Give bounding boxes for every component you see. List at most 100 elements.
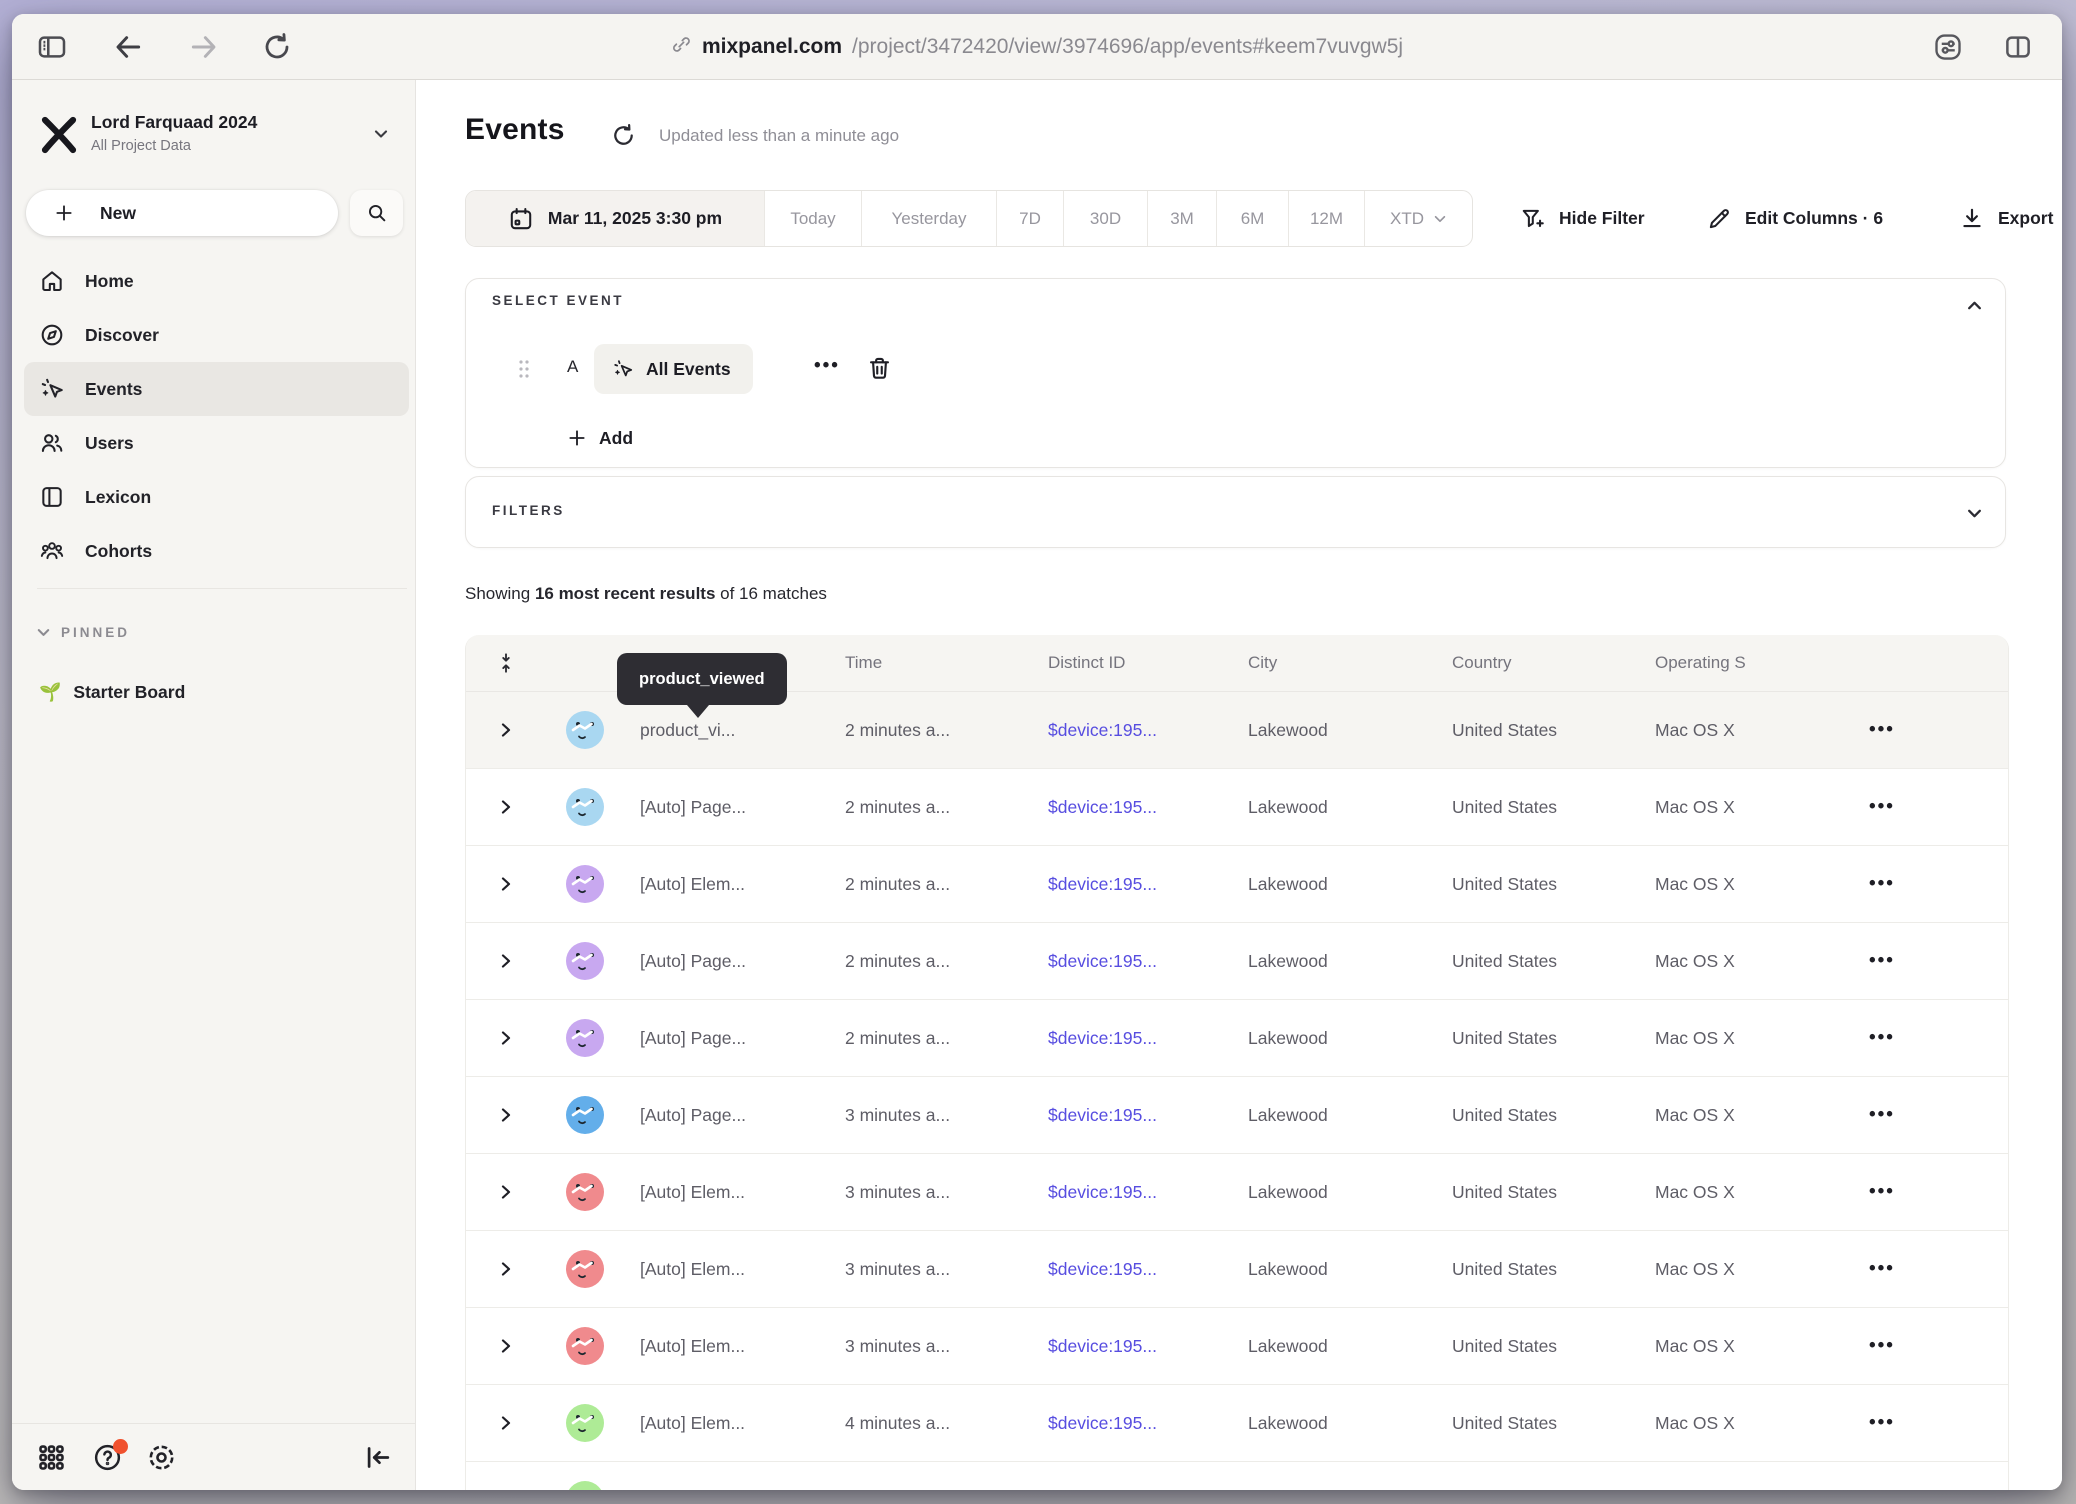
distinct-id-link[interactable]: $device:195... [1048, 1077, 1248, 1153]
preset-30d[interactable]: 30D [1063, 191, 1147, 246]
row-more-button[interactable]: ••• [1869, 1181, 1895, 1203]
hide-filter-button[interactable]: Hide Filter [1520, 190, 1645, 247]
preset-7d[interactable]: 7D [996, 191, 1063, 246]
split-view-icon[interactable] [2003, 32, 2033, 62]
trash-icon[interactable] [866, 355, 893, 382]
preset-yesterday[interactable]: Yesterday [861, 191, 996, 246]
forward-button[interactable] [188, 31, 220, 63]
sidebar-item-home[interactable]: Home [24, 254, 409, 308]
refresh-icon[interactable] [610, 122, 637, 149]
row-expand-button[interactable] [497, 875, 515, 893]
chevron-up-icon[interactable] [1966, 297, 1983, 314]
table-row[interactable] [466, 1462, 2008, 1490]
distinct-id-link[interactable]: $device:195... [1048, 923, 1248, 999]
event-name-cell[interactable]: [Auto] Elem... [625, 1231, 845, 1307]
event-name-cell[interactable]: [Auto] Page... [625, 769, 845, 845]
row-more-button[interactable]: ••• [1869, 796, 1895, 818]
event-name-cell[interactable]: [Auto] Page... [625, 1000, 845, 1076]
preset-today[interactable]: Today [764, 191, 861, 246]
row-expand-button[interactable] [497, 1183, 515, 1201]
row-expand-button[interactable] [497, 952, 515, 970]
page-settings-icon[interactable] [1933, 32, 1963, 62]
row-expand-button[interactable] [497, 1029, 515, 1047]
preset-3m[interactable]: 3M [1147, 191, 1216, 246]
collapse-sidebar-icon[interactable] [362, 1442, 393, 1473]
country-cell: United States [1452, 692, 1655, 768]
city-cell: Lakewood [1248, 923, 1452, 999]
table-row[interactable]: [Auto] Page... 2 minutes a... $device:19… [466, 1000, 2008, 1077]
add-event-button[interactable]: Add [567, 419, 633, 457]
search-button[interactable] [350, 190, 403, 236]
back-button[interactable] [112, 31, 144, 63]
row-expand-button[interactable] [497, 1337, 515, 1355]
row-more-button[interactable]: ••• [1869, 1258, 1895, 1280]
row-expand-button[interactable] [497, 1106, 515, 1124]
row-more-button[interactable]: ••• [1869, 1412, 1895, 1434]
distinct-id-link[interactable]: $device:195... [1048, 846, 1248, 922]
workspace-switcher[interactable]: Lord Farquaad 2024 All Project Data [37, 110, 397, 162]
edit-columns-button[interactable]: Edit Columns · 6 [1706, 190, 1883, 247]
help-button[interactable] [92, 1442, 123, 1473]
table-row[interactable]: [Auto] Page... 3 minutes a... $device:19… [466, 1077, 2008, 1154]
row-expand-button[interactable] [497, 1260, 515, 1278]
table-row[interactable]: [Auto] Elem... 2 minutes a... $device:19… [466, 846, 2008, 923]
row-more-button[interactable]: ••• [1869, 873, 1895, 895]
column-operating-system[interactable]: Operating S [1655, 635, 1855, 691]
table-row[interactable]: [Auto] Elem... 3 minutes a... $device:19… [466, 1154, 2008, 1231]
drag-handle-icon[interactable] [516, 357, 532, 381]
table-row[interactable]: [Auto] Elem... 3 minutes a... $device:19… [466, 1308, 2008, 1385]
distinct-id-link[interactable]: $device:195... [1048, 1000, 1248, 1076]
table-row[interactable]: [Auto] Elem... 4 minutes a... $device:19… [466, 1385, 2008, 1462]
export-button[interactable]: Export [1959, 190, 2053, 247]
sidebar-item-lexicon[interactable]: Lexicon [24, 470, 409, 524]
gear-icon[interactable] [146, 1442, 177, 1473]
row-expand-button[interactable] [497, 721, 515, 739]
event-name-cell[interactable]: [Auto] Elem... [625, 846, 845, 922]
new-button[interactable]: New [26, 190, 338, 236]
row-more-button[interactable]: ••• [1869, 1104, 1895, 1126]
preset-xtd[interactable]: XTD [1364, 191, 1472, 246]
column-time[interactable]: Time [845, 635, 1048, 691]
apps-grid-icon[interactable] [36, 1442, 67, 1473]
distinct-id-link[interactable]: $device:195... [1048, 692, 1248, 768]
event-name-cell[interactable]: [Auto] Elem... [625, 1154, 845, 1230]
column-distinct-id[interactable]: Distinct ID [1048, 635, 1248, 691]
event-name-cell[interactable]: [Auto] Elem... [625, 1308, 845, 1384]
distinct-id-link[interactable]: $device:195... [1048, 1231, 1248, 1307]
distinct-id-link[interactable]: $device:195... [1048, 769, 1248, 845]
event-avatar-icon [566, 711, 604, 749]
distinct-id-link[interactable]: $device:195... [1048, 1385, 1248, 1461]
table-row[interactable]: [Auto] Page... 2 minutes a... $device:19… [466, 769, 2008, 846]
event-options-button[interactable]: ••• [814, 355, 840, 377]
event-name-cell[interactable]: [Auto] Page... [625, 1077, 845, 1153]
table-row[interactable]: [Auto] Elem... 3 minutes a... $device:19… [466, 1231, 2008, 1308]
date-range-button[interactable]: Mar 11, 2025 3:30 pm [466, 191, 764, 246]
row-more-button[interactable]: ••• [1869, 1027, 1895, 1049]
preset-6m[interactable]: 6M [1216, 191, 1288, 246]
column-city[interactable]: City [1248, 635, 1452, 691]
row-more-button[interactable]: ••• [1869, 1335, 1895, 1357]
pinned-section-toggle[interactable]: PINNED [36, 618, 130, 646]
row-more-button[interactable]: ••• [1869, 950, 1895, 972]
row-expand-button[interactable] [497, 798, 515, 816]
event-name-cell[interactable]: [Auto] Elem... [625, 1385, 845, 1461]
row-more-button[interactable]: ••• [1869, 719, 1895, 741]
table-row[interactable]: [Auto] Page... 2 minutes a... $device:19… [466, 923, 2008, 1000]
event-name-cell[interactable]: [Auto] Page... [625, 923, 845, 999]
distinct-id-link[interactable]: $device:195... [1048, 1308, 1248, 1384]
sidebar-toggle-icon[interactable] [36, 31, 68, 63]
address-bar[interactable]: mixpanel.com/project/3472420/view/397469… [671, 14, 1403, 80]
chevron-down-icon[interactable] [1966, 505, 1983, 522]
column-country[interactable]: Country [1452, 635, 1655, 691]
sidebar-item-events[interactable]: Events [24, 362, 409, 416]
distinct-id-link[interactable]: $device:195... [1048, 1154, 1248, 1230]
row-expand-button[interactable] [497, 1414, 515, 1432]
sidebar-item-discover[interactable]: Discover [24, 308, 409, 362]
reload-button[interactable] [261, 31, 293, 63]
preset-12m[interactable]: 12M [1288, 191, 1364, 246]
sidebar-item-users[interactable]: Users [24, 416, 409, 470]
event-selector-chip[interactable]: All Events [594, 344, 753, 394]
sidebar-item-cohorts[interactable]: Cohorts [24, 524, 409, 578]
collapse-rows-icon[interactable] [466, 635, 545, 691]
sidebar-item-starter-board[interactable]: 🌱 Starter Board [24, 669, 409, 715]
